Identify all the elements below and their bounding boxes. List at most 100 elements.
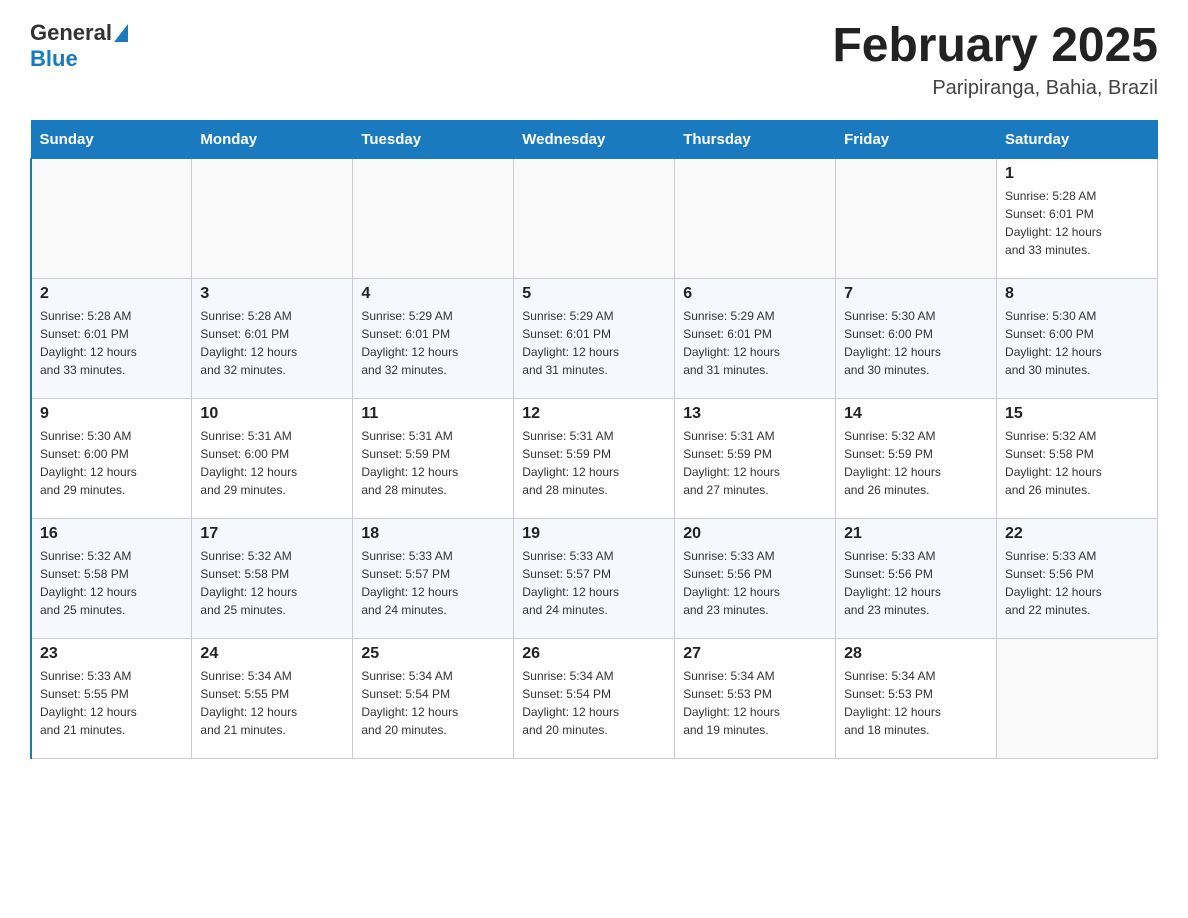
calendar-cell [836,158,997,278]
calendar-cell: 17 Sunrise: 5:32 AMSunset: 5:58 PMDayligh… [192,518,353,638]
day-info: Sunrise: 5:34 AMSunset: 5:55 PMDaylight:… [200,667,344,739]
calendar-cell [192,158,353,278]
day-number: 2 [40,285,183,303]
calendar-cell: 22 Sunrise: 5:33 AMSunset: 5:56 PMDayligh… [997,518,1158,638]
calendar-cell: 24 Sunrise: 5:34 AMSunset: 5:55 PMDayligh… [192,638,353,758]
week-row-4: 16Sunrise: 5:32 AMSunset: 5:58 PMDayligh… [31,518,1158,638]
calendar-cell: 27 Sunrise: 5:34 AMSunset: 5:53 PMDayligh… [675,638,836,758]
day-number: 4 [361,285,505,303]
day-info: Sunrise: 5:30 AMSunset: 6:00 PMDaylight:… [1005,307,1149,379]
day-number: 12 [522,405,666,423]
calendar-table: SundayMondayTuesdayWednesdayThursdayFrid… [30,120,1158,759]
day-info: Sunrise: 5:33 AMSunset: 5:56 PMDaylight:… [844,547,988,619]
week-row-1: 1Sunrise: 5:28 AMSunset: 6:01 PMDaylight… [31,158,1158,278]
day-info: Sunrise: 5:33 AMSunset: 5:56 PMDaylight:… [1005,547,1149,619]
weekday-header-friday: Friday [836,120,997,158]
day-info: Sunrise: 5:33 AMSunset: 5:56 PMDaylight:… [683,547,827,619]
calendar-cell: 25 Sunrise: 5:34 AMSunset: 5:54 PMDayligh… [353,638,514,758]
weekday-header-row: SundayMondayTuesdayWednesdayThursdayFrid… [31,120,1158,158]
calendar-cell: 18 Sunrise: 5:33 AMSunset: 5:57 PMDayligh… [353,518,514,638]
day-info: Sunrise: 5:33 AMSunset: 5:57 PMDaylight:… [361,547,505,619]
day-info: Sunrise: 5:29 AMSunset: 6:01 PMDaylight:… [683,307,827,379]
day-number: 8 [1005,285,1149,303]
calendar-cell: 5 Sunrise: 5:29 AMSunset: 6:01 PMDaylight… [514,278,675,398]
week-row-2: 2 Sunrise: 5:28 AMSunset: 6:01 PMDaylight… [31,278,1158,398]
logo-blue-text: Blue [30,46,78,72]
calendar-cell: 26 Sunrise: 5:34 AMSunset: 5:54 PMDayligh… [514,638,675,758]
day-number: 7 [844,285,988,303]
calendar-cell [514,158,675,278]
day-info: Sunrise: 5:30 AMSunset: 6:00 PMDaylight:… [844,307,988,379]
day-number: 11 [361,405,505,423]
day-info: Sunrise: 5:34 AMSunset: 5:54 PMDaylight:… [361,667,505,739]
weekday-header-tuesday: Tuesday [353,120,514,158]
calendar-cell: 4 Sunrise: 5:29 AMSunset: 6:01 PMDaylight… [353,278,514,398]
day-number: 25 [361,645,505,663]
calendar-cell: 12 Sunrise: 5:31 AMSunset: 5:59 PMDayligh… [514,398,675,518]
day-info: Sunrise: 5:30 AMSunset: 6:00 PMDaylight:… [40,427,183,499]
day-number: 17 [200,525,344,543]
day-info: Sunrise: 5:34 AMSunset: 5:54 PMDaylight:… [522,667,666,739]
calendar-cell: 10Sunrise: 5:31 AMSunset: 6:00 PMDayligh… [192,398,353,518]
day-number: 3 [200,285,344,303]
calendar-cell: 3 Sunrise: 5:28 AMSunset: 6:01 PMDaylight… [192,278,353,398]
calendar-cell: 6 Sunrise: 5:29 AMSunset: 6:01 PMDaylight… [675,278,836,398]
weekday-header-saturday: Saturday [997,120,1158,158]
day-info: Sunrise: 5:29 AMSunset: 6:01 PMDaylight:… [361,307,505,379]
day-info: Sunrise: 5:32 AMSunset: 5:58 PMDaylight:… [40,547,183,619]
day-info: Sunrise: 5:32 AMSunset: 5:59 PMDaylight:… [844,427,988,499]
day-info: Sunrise: 5:31 AMSunset: 5:59 PMDaylight:… [522,427,666,499]
calendar-cell: 20Sunrise: 5:33 AMSunset: 5:56 PMDayligh… [675,518,836,638]
calendar-cell: 23 Sunrise: 5:33 AMSunset: 5:55 PMDayligh… [31,638,192,758]
calendar-cell [353,158,514,278]
day-info: Sunrise: 5:28 AMSunset: 6:01 PMDaylight:… [1005,187,1149,259]
day-info: Sunrise: 5:28 AMSunset: 6:01 PMDaylight:… [200,307,344,379]
calendar-cell: 9Sunrise: 5:30 AMSunset: 6:00 PMDaylight… [31,398,192,518]
day-number: 13 [683,405,827,423]
calendar-cell: 19Sunrise: 5:33 AMSunset: 5:57 PMDayligh… [514,518,675,638]
day-number: 24 [200,645,344,663]
weekday-header-sunday: Sunday [31,120,192,158]
weekday-header-monday: Monday [192,120,353,158]
calendar-cell [675,158,836,278]
day-info: Sunrise: 5:31 AMSunset: 6:00 PMDaylight:… [200,427,344,499]
day-info: Sunrise: 5:34 AMSunset: 5:53 PMDaylight:… [844,667,988,739]
day-info: Sunrise: 5:29 AMSunset: 6:01 PMDaylight:… [522,307,666,379]
day-number: 27 [683,645,827,663]
day-number: 23 [40,645,183,663]
calendar-cell: 16Sunrise: 5:32 AMSunset: 5:58 PMDayligh… [31,518,192,638]
logo-general-text: General [30,20,112,46]
calendar-cell: 11 Sunrise: 5:31 AMSunset: 5:59 PMDayligh… [353,398,514,518]
month-title: February 2025 [832,20,1158,73]
calendar-cell: 2 Sunrise: 5:28 AMSunset: 6:01 PMDaylight… [31,278,192,398]
location-text: Paripiranga, Bahia, Brazil [832,77,1158,100]
day-info: Sunrise: 5:34 AMSunset: 5:53 PMDaylight:… [683,667,827,739]
day-number: 14 [844,405,988,423]
calendar-cell: 8 Sunrise: 5:30 AMSunset: 6:00 PMDaylight… [997,278,1158,398]
calendar-cell: 28Sunrise: 5:34 AMSunset: 5:53 PMDayligh… [836,638,997,758]
day-number: 18 [361,525,505,543]
weekday-header-thursday: Thursday [675,120,836,158]
day-info: Sunrise: 5:32 AMSunset: 5:58 PMDaylight:… [1005,427,1149,499]
logo-triangle-icon [114,24,128,42]
day-number: 15 [1005,405,1149,423]
day-number: 26 [522,645,666,663]
day-info: Sunrise: 5:32 AMSunset: 5:58 PMDaylight:… [200,547,344,619]
calendar-cell [997,638,1158,758]
calendar-cell: 15 Sunrise: 5:32 AMSunset: 5:58 PMDayligh… [997,398,1158,518]
weekday-header-wednesday: Wednesday [514,120,675,158]
day-info: Sunrise: 5:31 AMSunset: 5:59 PMDaylight:… [361,427,505,499]
title-block: February 2025 Paripiranga, Bahia, Brazil [832,20,1158,100]
week-row-3: 9Sunrise: 5:30 AMSunset: 6:00 PMDaylight… [31,398,1158,518]
calendar-cell: 14 Sunrise: 5:32 AMSunset: 5:59 PMDayligh… [836,398,997,518]
day-info: Sunrise: 5:28 AMSunset: 6:01 PMDaylight:… [40,307,183,379]
day-info: Sunrise: 5:31 AMSunset: 5:59 PMDaylight:… [683,427,827,499]
day-info: Sunrise: 5:33 AMSunset: 5:55 PMDaylight:… [40,667,183,739]
day-number: 21 [844,525,988,543]
day-number: 5 [522,285,666,303]
day-number: 6 [683,285,827,303]
calendar-cell: 7 Sunrise: 5:30 AMSunset: 6:00 PMDaylight… [836,278,997,398]
day-number: 22 [1005,525,1149,543]
calendar-cell: 1Sunrise: 5:28 AMSunset: 6:01 PMDaylight… [997,158,1158,278]
week-row-5: 23 Sunrise: 5:33 AMSunset: 5:55 PMDayligh… [31,638,1158,758]
